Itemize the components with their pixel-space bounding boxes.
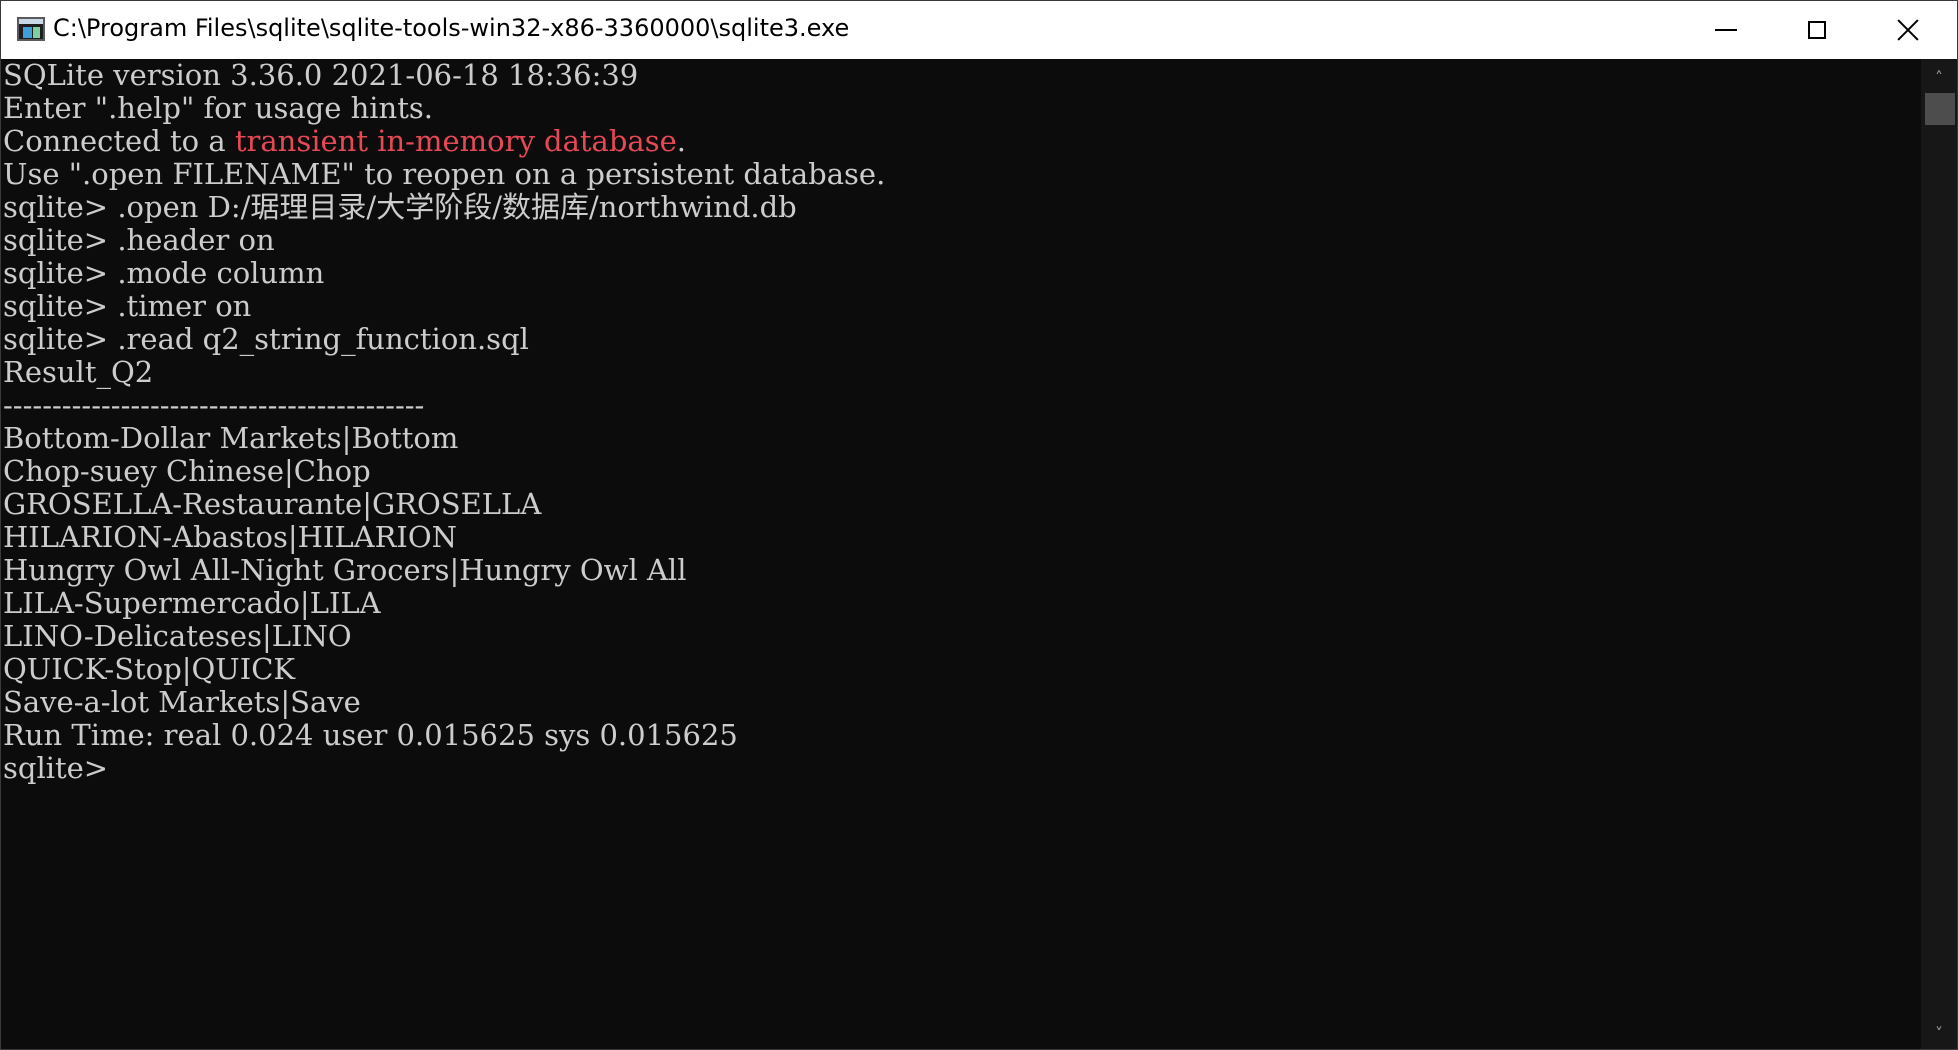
console-app-icon[interactable]: [17, 17, 45, 41]
console-window: C:\Program Files\sqlite\sqlite-tools-win…: [0, 0, 1958, 1050]
scroll-down-arrow-icon[interactable]: ˅: [1921, 1023, 1957, 1043]
version-line: SQLite version 3.36.0 2021-06-18 18:36:3…: [3, 59, 639, 92]
title-bar[interactable]: C:\Program Files\sqlite\sqlite-tools-win…: [1, 1, 1957, 59]
scroll-thumb[interactable]: [1925, 93, 1955, 125]
close-icon: [1896, 18, 1920, 42]
command-line: sqlite> .read q2_string_function.sql: [3, 322, 529, 356]
command-line: sqlite> .mode column: [3, 256, 325, 290]
close-button[interactable]: [1863, 1, 1953, 59]
minimize-button[interactable]: [1681, 1, 1771, 59]
connected-highlight: transient in-memory database: [234, 124, 677, 158]
command-line: sqlite> .timer on: [3, 289, 252, 323]
command-line: sqlite> .open D:/琚理目录/大学阶段/数据库/northwind…: [3, 190, 797, 224]
result-row: LINO-Delicateses|LINO: [3, 619, 352, 653]
result-row: Chop-suey Chinese|Chop: [3, 454, 371, 488]
maximize-icon: [1808, 21, 1826, 39]
result-row: LILA-Supermercado|LILA: [3, 586, 381, 620]
connected-prefix: Connected to a: [3, 124, 235, 158]
result-row: Save-a-lot Markets|Save: [3, 685, 361, 719]
vertical-scrollbar[interactable]: ˄ ˅: [1921, 59, 1957, 1049]
connected-line: Connected to a transient in-memory datab…: [3, 125, 1921, 158]
maximize-button[interactable]: [1772, 1, 1862, 59]
command-line: sqlite> .header on: [3, 223, 275, 257]
input-prompt[interactable]: sqlite>: [3, 752, 1921, 785]
result-row: HILARION-Abastos|HILARION: [3, 520, 458, 554]
result-row: Hungry Owl All-Night Grocers|Hungry Owl …: [3, 553, 687, 587]
result-separator: ----------------------------------------…: [3, 388, 425, 422]
scroll-up-arrow-icon[interactable]: ˄: [1921, 67, 1957, 87]
help-line: Enter ".help" for usage hints.: [3, 91, 433, 125]
run-time-line: Run Time: real 0.024 user 0.015625 sys 0…: [3, 718, 738, 752]
open-hint-line: Use ".open FILENAME" to reopen on a pers…: [3, 157, 886, 191]
connected-suffix: .: [676, 124, 686, 158]
result-row: GROSELLA-Restaurante|GROSELLA: [3, 487, 542, 521]
result-row: Bottom-Dollar Markets|Bottom: [3, 421, 459, 455]
result-row: QUICK-Stop|QUICK: [3, 652, 296, 686]
result-header: Result_Q2: [3, 355, 154, 389]
minimize-icon: [1715, 29, 1737, 31]
window-title: C:\Program Files\sqlite\sqlite-tools-win…: [53, 14, 850, 42]
console-output[interactable]: SQLite version 3.36.0 2021-06-18 18:36:3…: [3, 59, 1921, 1049]
